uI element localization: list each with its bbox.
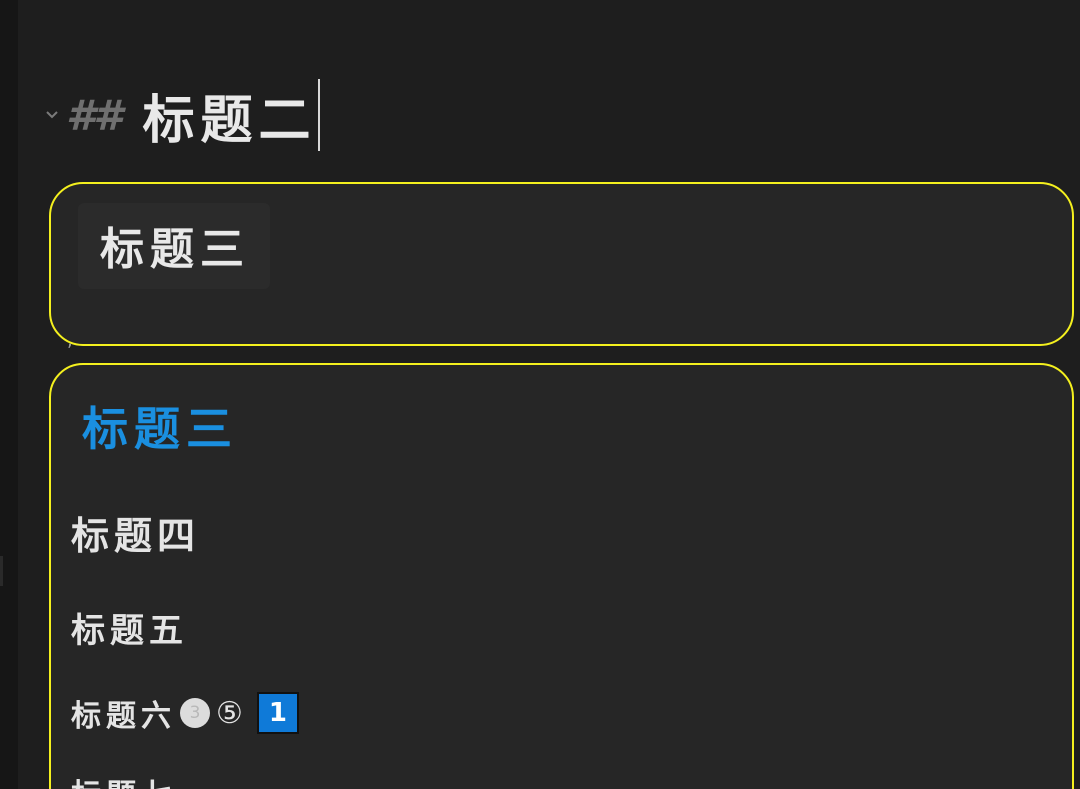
text-cursor [318,79,321,151]
heading-6-line[interactable]: 标题六 3 ⑤ 1 [71,691,299,735]
stray-mark: , [67,330,73,351]
heading-4[interactable]: 标题四 [71,505,200,560]
heading-2-marker: ## [66,90,122,140]
callout-box-1[interactable]: 标题三 [49,182,1074,346]
editor-gutter [0,0,18,789]
number-box: 1 [256,692,299,734]
heading-2-text[interactable]: 标题二 [142,78,316,153]
heading-3-chip[interactable]: 标题三 [78,203,270,289]
callout-box-2[interactable]: 标题三 标题四 标题五 标题六 3 ⑤ 1 标题七 [49,363,1074,789]
circled-number-filled: 3 [180,698,210,728]
circled-number-outline: ⑤ [216,695,243,731]
heading-5[interactable]: 标题五 [71,603,188,652]
chevron-down-icon[interactable] [42,110,62,120]
heading-6: 标题六 [71,699,176,734]
heading-7-partial[interactable]: 标题七 [71,770,176,789]
gutter-indicator [0,556,3,586]
heading-2-line[interactable]: ## 标题二 [42,78,321,153]
heading-3[interactable]: 标题三 [82,393,238,459]
